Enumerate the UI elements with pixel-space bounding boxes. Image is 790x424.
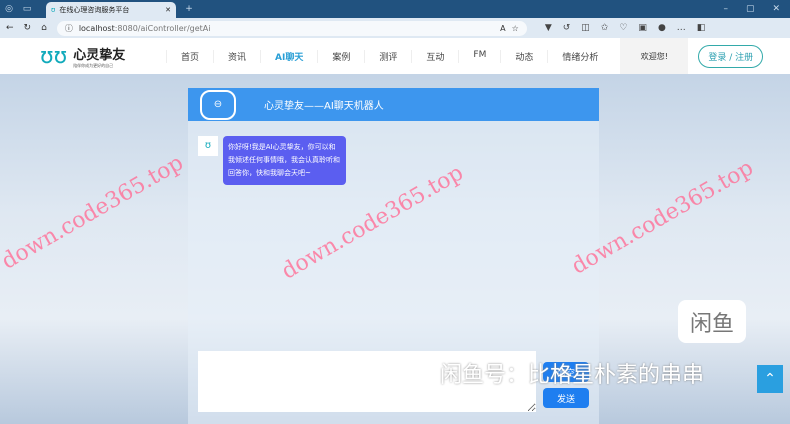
extension-icon[interactable]: ▼ bbox=[545, 23, 552, 33]
xianyu-logo: 闲鱼 bbox=[678, 300, 746, 343]
browser-tab-bar: ◎ ▭ ʊ 在线心理咨询服务平台 ✕ + – ▢ ✕ bbox=[0, 0, 790, 18]
browser-essentials-icon[interactable]: ♡ bbox=[619, 23, 627, 33]
butterfly-logo-icon: ʊʊ bbox=[40, 43, 68, 69]
profile-icon[interactable]: ● bbox=[658, 23, 666, 33]
close-tab-icon[interactable]: ✕ bbox=[165, 6, 171, 14]
nav-feed[interactable]: 动态 bbox=[500, 49, 547, 63]
minimize-icon[interactable]: – bbox=[723, 4, 728, 14]
browser-tab[interactable]: ʊ 在线心理咨询服务平台 ✕ bbox=[46, 2, 176, 18]
nav-cases[interactable]: 案例 bbox=[317, 49, 364, 63]
home-icon[interactable]: ⌂ bbox=[41, 23, 47, 33]
new-tab-icon[interactable]: + bbox=[180, 4, 198, 14]
close-window-icon[interactable]: ✕ bbox=[772, 4, 780, 14]
refresh-icon[interactable]: ↻ bbox=[24, 23, 32, 33]
url-input[interactable]: ⓘ localhost:8080/aiController/getAi A ☆ bbox=[56, 20, 527, 36]
address-bar-row: ← ↻ ⌂ ⓘ localhost:8080/aiController/getA… bbox=[0, 18, 790, 38]
nav-tests[interactable]: 测评 bbox=[364, 49, 411, 63]
read-aloud-icon[interactable]: A bbox=[500, 24, 505, 33]
back-icon[interactable]: ← bbox=[6, 23, 14, 33]
nav-ai-chat[interactable]: AI聊天 bbox=[260, 49, 317, 63]
chat-header: ⊖ 心灵挚友——AI聊天机器人 bbox=[188, 88, 599, 121]
url-path: :8080/aiController/getAi bbox=[114, 23, 211, 33]
message-bubble: 你好呀!我是AI心灵挚友，你可以和我倾述任何事情哦，我会认真聆听和回答你，快和我… bbox=[223, 136, 346, 185]
slogan: 陪伴你成为更好的自己 bbox=[73, 62, 114, 68]
refresh-extension-icon[interactable]: ↺ bbox=[563, 23, 571, 33]
bot-avatar: ʊ bbox=[198, 136, 218, 156]
favorites-icon[interactable]: ✩ bbox=[601, 23, 609, 33]
split-screen-icon[interactable]: ◫ bbox=[581, 23, 590, 33]
collections-icon[interactable]: ▣ bbox=[638, 23, 647, 33]
maximize-icon[interactable]: ▢ bbox=[746, 4, 755, 14]
info-icon[interactable]: ⓘ bbox=[65, 23, 73, 34]
nav-fm[interactable]: FM bbox=[458, 49, 500, 63]
nav-interaction[interactable]: 互动 bbox=[411, 49, 458, 63]
login-register-button[interactable]: 登录 / 注册 bbox=[698, 44, 764, 68]
nav-news[interactable]: 资讯 bbox=[213, 49, 260, 63]
brand-name: 心灵挚友 bbox=[73, 47, 126, 63]
tab-title: 在线心理咨询服务平台 bbox=[59, 6, 130, 14]
site-navbar: ʊʊ 心灵挚友 陪伴你成为更好的自己 首页 资讯 AI聊天 案例 测评 互动 FM… bbox=[0, 38, 790, 74]
robot-icon: ⊖ bbox=[200, 89, 236, 120]
nav-home[interactable]: 首页 bbox=[166, 49, 213, 63]
bot-message: ʊ 你好呀!我是AI心灵挚友，你可以和我倾述任何事情哦，我会认真聆听和回答你，快… bbox=[198, 136, 599, 185]
workspaces-icon[interactable]: ◎ bbox=[0, 4, 18, 14]
welcome-text: 欢迎您! bbox=[620, 38, 689, 74]
back-to-top-button[interactable]: ⌃ bbox=[757, 365, 783, 393]
send-button[interactable]: 发送 bbox=[543, 388, 589, 408]
favicon-icon: ʊ bbox=[51, 6, 56, 14]
sidebar-icon[interactable]: ◧ bbox=[697, 23, 706, 33]
more-icon[interactable]: … bbox=[677, 23, 686, 33]
chat-title: 心灵挚友——AI聊天机器人 bbox=[264, 101, 384, 112]
logo[interactable]: ʊʊ 心灵挚友 陪伴你成为更好的自己 bbox=[40, 44, 160, 69]
xianyu-watermark-text: 闲鱼号：比格星朴素的串串 bbox=[440, 363, 705, 388]
tab-actions-icon[interactable]: ▭ bbox=[18, 4, 36, 14]
favorite-star-icon[interactable]: ☆ bbox=[512, 24, 519, 33]
url-host: localhost bbox=[78, 23, 115, 33]
nav-emotion-analysis[interactable]: 情绪分析 bbox=[547, 49, 612, 63]
